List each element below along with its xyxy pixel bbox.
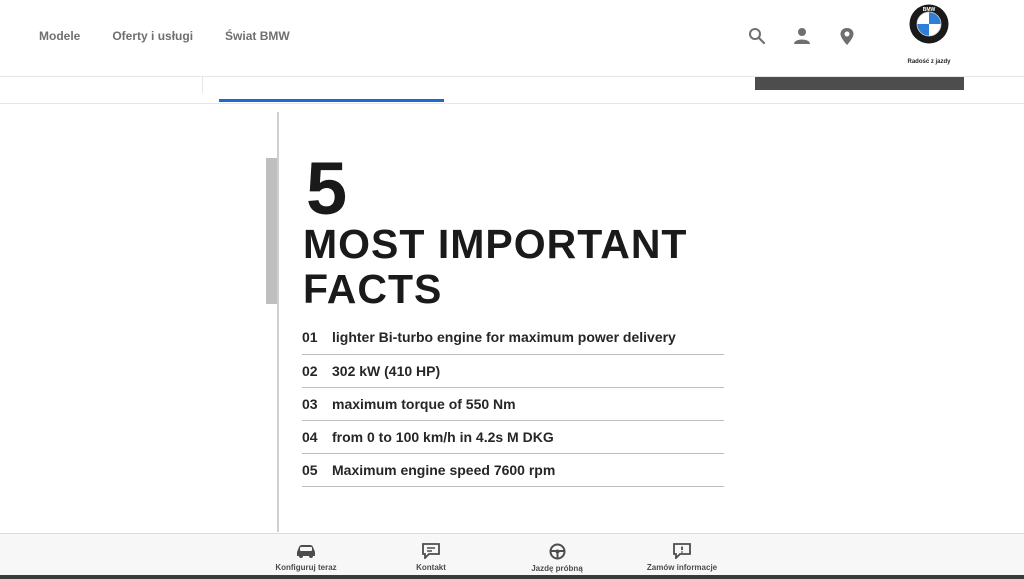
steering-wheel-icon <box>549 543 565 560</box>
fact-number: 05 <box>302 462 318 478</box>
bottom-item-label: Zamów informacje <box>646 563 718 572</box>
list-item: 04 from 0 to 100 km/h in 4.2s M DKG <box>302 421 724 454</box>
page-title: MOST IMPORTANT FACTS <box>303 221 688 312</box>
fact-number: 03 <box>302 396 318 412</box>
car-icon <box>297 545 315 558</box>
subnav-divider <box>202 77 203 93</box>
fact-text: lighter Bi-turbo engine for maximum powe… <box>332 329 676 345</box>
accent-bar <box>266 158 277 304</box>
window-bottom-edge <box>0 575 1024 579</box>
fact-text: Maximum engine speed 7600 rpm <box>332 462 556 478</box>
bmw-logo-icon: BMW <box>909 4 949 44</box>
facts-count: 5 <box>306 147 348 230</box>
list-item: 05 Maximum engine speed 7600 rpm <box>302 454 724 487</box>
fact-text: 302 kW (410 HP) <box>332 363 441 379</box>
logo-tagline: Radość z jazdy <box>907 59 951 65</box>
sub-navigation <box>0 77 1024 104</box>
fact-text: from 0 to 100 km/h in 4.2s M DKG <box>332 429 554 445</box>
bottom-item-label: Kontakt <box>416 563 446 572</box>
list-item: 02 302 kW (410 HP) <box>302 355 724 388</box>
content-vertical-line <box>277 112 279 532</box>
nav-link-world[interactable]: Świat BMW <box>225 29 290 43</box>
fact-number: 04 <box>302 429 318 445</box>
subnav-active-indicator <box>219 99 444 102</box>
fact-text: maximum torque of 550 Nm <box>332 396 516 412</box>
fact-number: 01 <box>302 329 318 345</box>
info-bubble-icon <box>673 543 691 559</box>
nav-link-modele[interactable]: Modele <box>39 29 80 43</box>
search-icon[interactable] <box>748 27 768 47</box>
bottom-action-bar: Konfiguruj teraz Kontakt Jazdę próbną Za… <box>0 533 1024 579</box>
list-item: 03 maximum torque of 550 Nm <box>302 388 724 421</box>
request-info-button[interactable]: Zamów informacje <box>622 543 742 572</box>
brand-logo[interactable]: BMW Radość z jazdy <box>898 4 960 65</box>
site-header: Modele Oferty i usługi Świat BMW BMW Rad… <box>0 0 1024 77</box>
subnav-cta-button[interactable] <box>755 77 964 90</box>
bottom-item-label: Konfiguruj teraz <box>275 563 337 572</box>
nav-link-offers[interactable]: Oferty i usługi <box>112 29 193 43</box>
bottom-item-label: Jazdę próbną <box>531 564 583 573</box>
facts-list: 01 lighter Bi-turbo engine for maximum p… <box>302 320 724 487</box>
logo-letters: BMW <box>923 7 936 13</box>
list-item: 01 lighter Bi-turbo engine for maximum p… <box>302 320 724 355</box>
contact-button[interactable]: Kontakt <box>371 543 491 572</box>
fact-number: 02 <box>302 363 318 379</box>
test-drive-button[interactable]: Jazdę próbną <box>497 543 617 573</box>
main-nav: Modele Oferty i usługi Świat BMW <box>39 29 322 43</box>
configure-button[interactable]: Konfiguruj teraz <box>246 543 366 572</box>
user-icon[interactable] <box>793 27 813 47</box>
location-pin-icon[interactable] <box>839 27 859 47</box>
chat-icon <box>422 543 440 559</box>
